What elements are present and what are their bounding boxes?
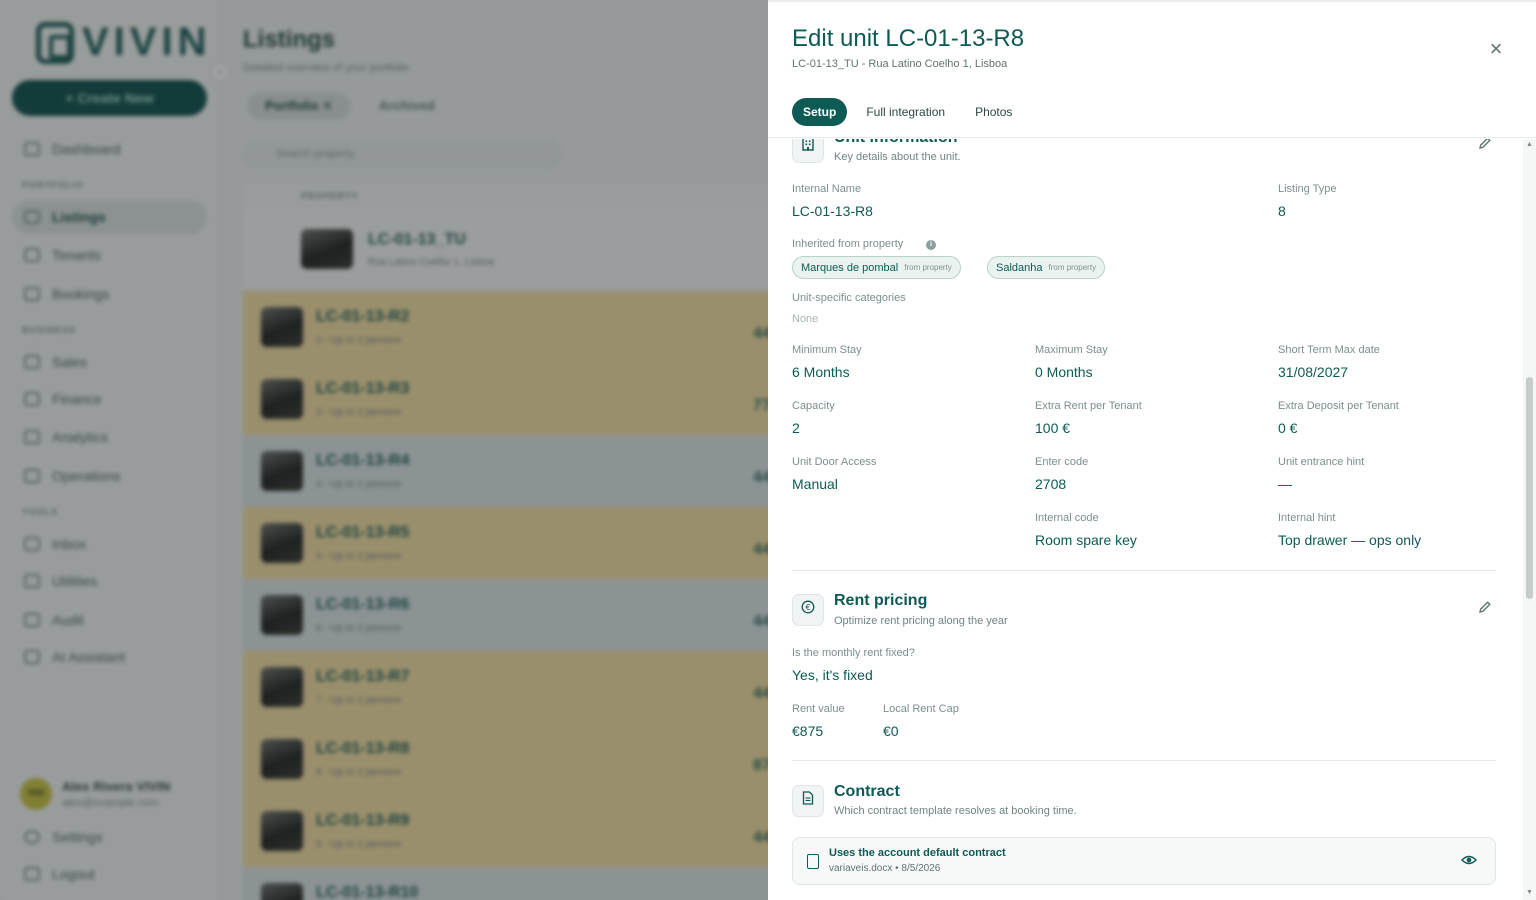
contract-template-card: Uses the account default contract variav… bbox=[792, 837, 1496, 885]
internal-code-value: Room spare key bbox=[1035, 532, 1137, 548]
contract-card-file: variaveis.docx • 8/5/2026 bbox=[829, 863, 941, 874]
contract-card-title: Uses the account default contract bbox=[829, 847, 1006, 859]
listing-type-value: 8 bbox=[1278, 203, 1286, 219]
document-icon bbox=[792, 785, 824, 817]
listing-type-label: Listing Type bbox=[1278, 183, 1337, 195]
short-term-max-date-value: 31/08/2027 bbox=[1278, 364, 1349, 380]
maximum-stay-value: 0 Months bbox=[1035, 364, 1093, 380]
rent-fixed-value: Yes, it's fixed bbox=[792, 667, 873, 683]
unit-door-access-value: Manual bbox=[792, 476, 838, 492]
unit-info-subtitle: Key details about the unit. bbox=[834, 151, 961, 163]
scroll-up-icon[interactable]: ▲ bbox=[1525, 141, 1534, 148]
edit-unit-info-pencil-icon[interactable] bbox=[1475, 139, 1495, 156]
rent-fixed-label: Is the monthly rent fixed? bbox=[792, 647, 915, 659]
eye-icon[interactable] bbox=[1461, 854, 1477, 866]
unit-entrance-hint-value: — bbox=[1278, 476, 1292, 492]
local-rent-cap-label: Local Rent Cap bbox=[883, 703, 959, 715]
extra-deposit-per-tenant-label: Extra Deposit per Tenant bbox=[1278, 400, 1399, 412]
unit-categories-value: None bbox=[792, 313, 819, 325]
divider bbox=[792, 760, 1496, 761]
rent-pricing-subtitle: Optimize rent pricing along the year bbox=[834, 615, 1008, 627]
extra-deposit-per-tenant-value: 0 € bbox=[1278, 420, 1298, 436]
euro-icon: € bbox=[792, 594, 824, 626]
scrollbar-thumb[interactable] bbox=[1526, 377, 1533, 599]
edit-rent-pricing-pencil-icon[interactable] bbox=[1475, 600, 1495, 620]
inherited-label: Inherited from property bbox=[792, 238, 904, 250]
short-term-max-date-label: Short Term Max date bbox=[1278, 344, 1380, 356]
minimum-stay-value: 6 Months bbox=[792, 364, 850, 380]
scroll-down-icon[interactable]: ▼ bbox=[1525, 889, 1534, 896]
rent-pricing-title: Rent pricing bbox=[834, 592, 928, 609]
building-icon bbox=[792, 139, 824, 163]
divider bbox=[792, 570, 1496, 571]
contract-subtitle: Which contract template resolves at book… bbox=[834, 805, 1077, 817]
drawer-scrollbar[interactable]: ▲ ▼ bbox=[1523, 139, 1536, 900]
local-rent-cap-value: €0 bbox=[883, 723, 899, 739]
enter-code-value: 2708 bbox=[1035, 476, 1067, 492]
drawer-title: Edit unit LC-01-13-R8 bbox=[792, 25, 1025, 52]
internal-name-label: Internal Name bbox=[792, 183, 862, 195]
extra-rent-per-tenant-label: Extra Rent per Tenant bbox=[1035, 400, 1142, 412]
rent-value-label: Rent value bbox=[792, 703, 845, 715]
tab-photos[interactable]: Photos bbox=[964, 98, 1023, 126]
svg-text:€: € bbox=[805, 603, 810, 612]
contract-title: Contract bbox=[834, 783, 900, 800]
internal-code-label: Internal code bbox=[1035, 512, 1099, 524]
internal-hint-label: Internal hint bbox=[1278, 512, 1336, 524]
unit-door-access-label: Unit Door Access bbox=[792, 456, 877, 468]
enter-code-label: Enter code bbox=[1035, 456, 1089, 468]
internal-name-value: LC-01-13-R8 bbox=[792, 203, 873, 219]
capacity-label: Capacity bbox=[792, 400, 835, 412]
document-icon bbox=[807, 854, 819, 869]
tab-full-integration[interactable]: Full integration bbox=[855, 98, 956, 126]
unit-entrance-hint-label: Unit entrance hint bbox=[1278, 456, 1365, 468]
minimum-stay-label: Minimum Stay bbox=[792, 344, 862, 356]
edit-unit-drawer: Edit unit LC-01-13-R8 LC-01-13_TU - Rua … bbox=[768, 0, 1536, 900]
tab-setup[interactable]: Setup bbox=[792, 98, 848, 126]
drawer-subtitle: LC-01-13_TU - Rua Latino Coelho 1, Lisbo… bbox=[792, 58, 1008, 70]
unit-info-title: Unit information bbox=[834, 139, 958, 147]
inherited-category-chip: Saldanha from property bbox=[987, 256, 1106, 279]
internal-hint-value: Top drawer — ops only bbox=[1278, 532, 1422, 548]
drawer-scroll-area[interactable]: Unit information Key details about the u… bbox=[768, 139, 1536, 900]
capacity-value: 2 bbox=[792, 420, 800, 436]
drawer-tabs: Setup Full integration Photos bbox=[792, 98, 1023, 126]
inherited-category-chip: Marques de pombal from property bbox=[792, 256, 961, 279]
unit-categories-label: Unit-specific categories bbox=[792, 292, 906, 304]
extra-rent-per-tenant-value: 100 € bbox=[1035, 420, 1071, 436]
maximum-stay-label: Maximum Stay bbox=[1035, 344, 1108, 356]
info-icon[interactable]: i bbox=[926, 240, 936, 250]
rent-value: €875 bbox=[792, 723, 824, 739]
drawer-header: Edit unit LC-01-13-R8 LC-01-13_TU - Rua … bbox=[768, 2, 1536, 138]
close-icon[interactable]: × bbox=[1484, 38, 1508, 62]
